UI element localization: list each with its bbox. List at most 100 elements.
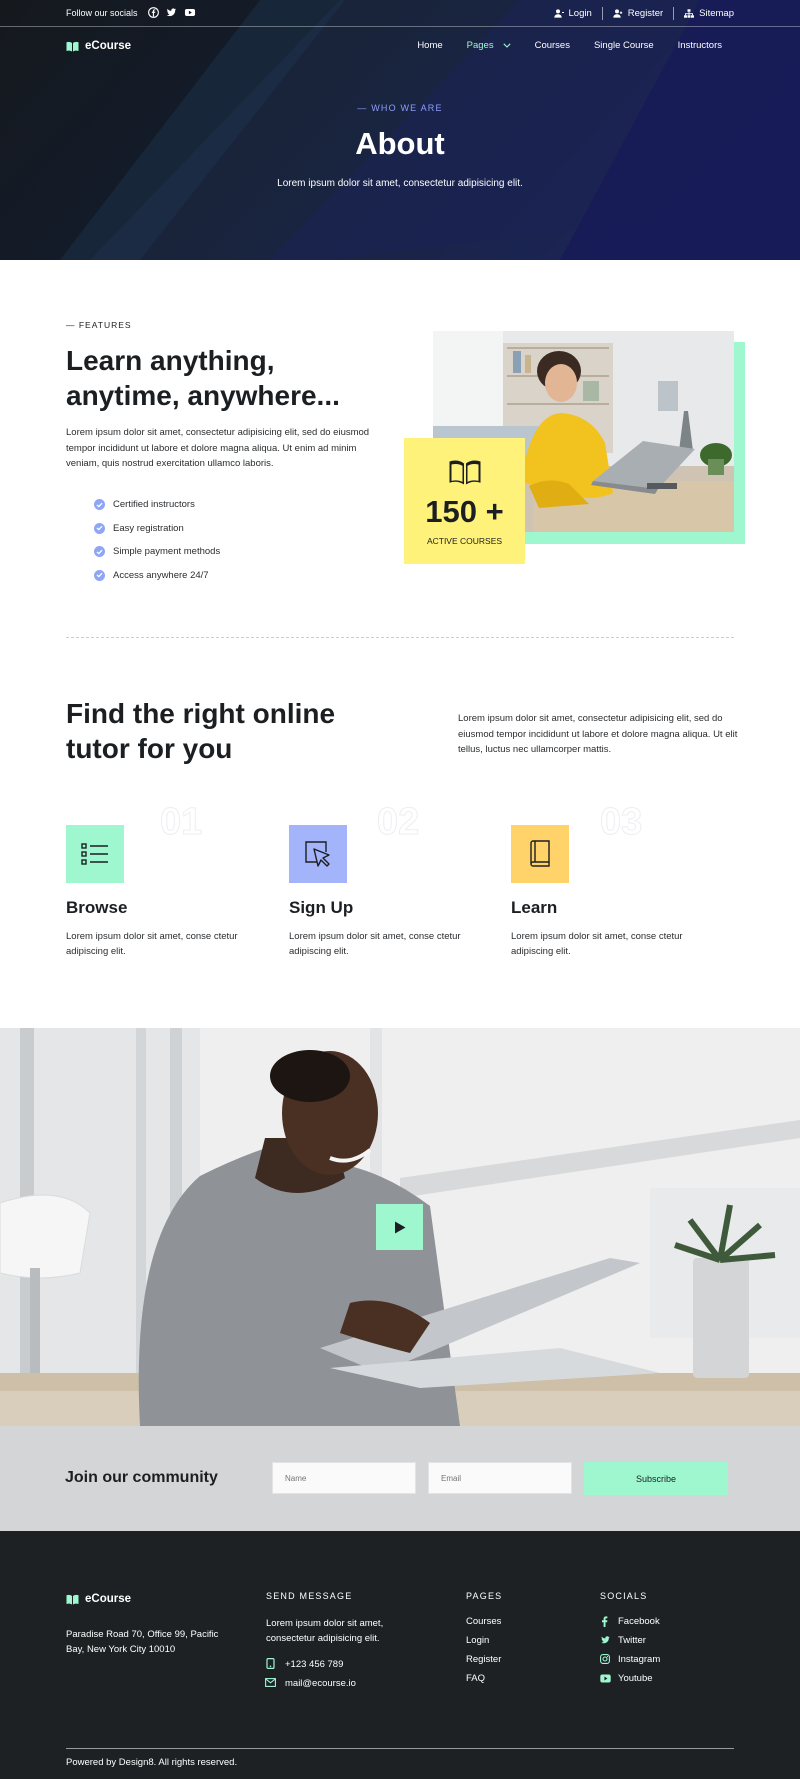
nav-item-home[interactable]: Home: [417, 40, 442, 51]
twitter-icon: [601, 1636, 610, 1644]
youtube-icon: [600, 1674, 611, 1683]
features-kicker: — FEATURES: [66, 320, 132, 330]
footer-link-faq[interactable]: FAQ: [466, 1673, 485, 1684]
features-title-line-1: Learn anything,: [66, 345, 275, 376]
hero-subtitle: Lorem ipsum dolor sit amet, consectetur …: [277, 178, 523, 189]
check-icon: [94, 499, 105, 511]
newsletter-section: Join our community Subscribe: [0, 1426, 800, 1531]
user-plus-icon: [613, 9, 622, 18]
step-description: Lorem ipsum dolor sit amet, conse ctetur…: [511, 931, 683, 957]
subscribe-button[interactable]: Subscribe: [584, 1462, 728, 1495]
footer-address: Paradise Road 70, Office 99, Pacific Bay…: [66, 1629, 219, 1655]
tutor-title-line-1: Find the right online: [66, 698, 336, 729]
list-item-label: Access anywhere 24/7: [113, 569, 209, 581]
step-learn-icon-box: [511, 825, 569, 883]
nav-item-pages-label: Pages: [466, 40, 494, 51]
send-message-text: Lorem ipsum dolor sit amet, consectetur …: [266, 1618, 384, 1644]
socials-heading: SOCIALS: [600, 1591, 648, 1601]
features-list: Certified instructors Easy registration …: [94, 493, 220, 587]
footer-link-courses[interactable]: Courses: [466, 1616, 501, 1627]
book-open-icon: [66, 1594, 79, 1605]
hero-section: Follow our socials Login Register Sitema…: [0, 0, 800, 260]
check-icon: [94, 522, 105, 534]
social-link-youtube[interactable]: Youtube: [618, 1673, 653, 1684]
stat-value: 150 +: [425, 494, 504, 529]
section-divider: [66, 637, 734, 638]
footer-link-login[interactable]: Login: [466, 1635, 489, 1646]
cursor-click-icon: [305, 841, 330, 867]
send-message-heading: SEND MESSAGE: [266, 1591, 353, 1601]
nav-item-courses[interactable]: Courses: [535, 40, 570, 51]
features-title-line-2: anytime, anywhere...: [66, 380, 340, 411]
newsletter-title: Join our community: [65, 1469, 218, 1486]
features-paragraph: Lorem ipsum dolor sit amet, consectetur …: [66, 427, 370, 469]
follow-label: Follow our socials: [66, 8, 138, 18]
sitemap-icon: [684, 9, 695, 18]
sitemap-link[interactable]: Sitemap: [674, 8, 734, 19]
list-item-label: Certified instructors: [113, 499, 195, 511]
brand-name: eCourse: [85, 40, 132, 52]
twitter-icon[interactable]: [166, 7, 177, 18]
step-description: Lorem ipsum dolor sit amet, conse ctetur…: [66, 931, 238, 957]
active-courses-card: 150 + ACTIVE COURSES: [404, 438, 525, 564]
sitemap-label: Sitemap: [699, 8, 734, 19]
nav-item-pages[interactable]: Pages: [467, 40, 511, 51]
step-number: 01: [159, 801, 203, 844]
footer-link-register[interactable]: Register: [466, 1654, 501, 1665]
play-button[interactable]: [376, 1204, 423, 1250]
pages-heading: PAGES: [466, 1591, 503, 1601]
social-link-instagram[interactable]: Instagram: [618, 1654, 660, 1665]
nav-item-instructors[interactable]: Instructors: [678, 40, 722, 51]
footer-email[interactable]: mail@ecourse.io: [285, 1678, 356, 1689]
list-item: Simple payment methods: [94, 540, 220, 564]
book-open-icon: [449, 460, 481, 485]
list-item: Certified instructors: [94, 493, 220, 517]
stat-label: ACTIVE COURSES: [426, 536, 503, 546]
user-icon: [553, 9, 564, 18]
step-number: 03: [599, 801, 643, 844]
top-bar: Follow our socials Login Register Sitema…: [0, 0, 800, 27]
tutor-title: Find the right online tutor for you: [66, 696, 335, 766]
list-item-label: Simple payment methods: [113, 546, 221, 558]
book-icon: [530, 840, 550, 867]
step-signup-icon-box: [289, 825, 347, 883]
top-links: Login Register Sitemap: [544, 7, 734, 20]
social-link-twitter[interactable]: Twitter: [618, 1635, 646, 1646]
tutor-paragraph: Lorem ipsum dolor sit amet, consectetur …: [458, 713, 738, 755]
check-icon: [94, 569, 105, 581]
register-link[interactable]: Register: [603, 8, 673, 19]
features-title: Learn anything, anytime, anywhere...: [66, 343, 340, 413]
email-input[interactable]: [428, 1462, 572, 1494]
login-link[interactable]: Login: [544, 8, 602, 19]
step-number: 02: [376, 801, 420, 844]
list-icon: [81, 843, 108, 865]
list-item: Easy registration: [94, 517, 220, 541]
youtube-icon[interactable]: [184, 7, 196, 18]
instagram-icon: [600, 1654, 610, 1664]
login-label: Login: [568, 8, 592, 19]
book-open-icon: [66, 41, 79, 52]
page-title: About: [355, 126, 445, 161]
footer-logo[interactable]: eCourse: [66, 1593, 131, 1605]
list-item-label: Easy registration: [113, 522, 184, 534]
footer-brand-name: eCourse: [85, 1593, 132, 1605]
social-link-facebook[interactable]: Facebook: [618, 1616, 660, 1627]
nav-item-single-course[interactable]: Single Course: [594, 40, 654, 51]
facebook-icon[interactable]: [148, 7, 159, 18]
step-browse-icon-box: [66, 825, 124, 883]
check-icon: [94, 546, 105, 558]
facebook-icon: [602, 1616, 608, 1627]
step-title: Learn: [511, 898, 558, 917]
step-title: Sign Up: [289, 898, 354, 917]
phone-icon: [266, 1658, 275, 1669]
register-label: Register: [627, 8, 664, 19]
step-description: Lorem ipsum dolor sit amet, conse ctetur…: [289, 931, 461, 957]
footer-divider: [66, 1748, 734, 1749]
brand-logo[interactable]: eCourse: [66, 40, 131, 52]
footer: eCourse Paradise Road 70, Office 99, Pac…: [0, 1531, 800, 1779]
tutor-title-line-2: tutor for you: [66, 733, 233, 764]
name-input[interactable]: [272, 1462, 416, 1494]
main-nav: Home Pages Courses Single Course Instruc…: [417, 40, 722, 51]
mail-icon: [265, 1678, 276, 1687]
footer-phone[interactable]: +123 456 789: [285, 1659, 343, 1670]
